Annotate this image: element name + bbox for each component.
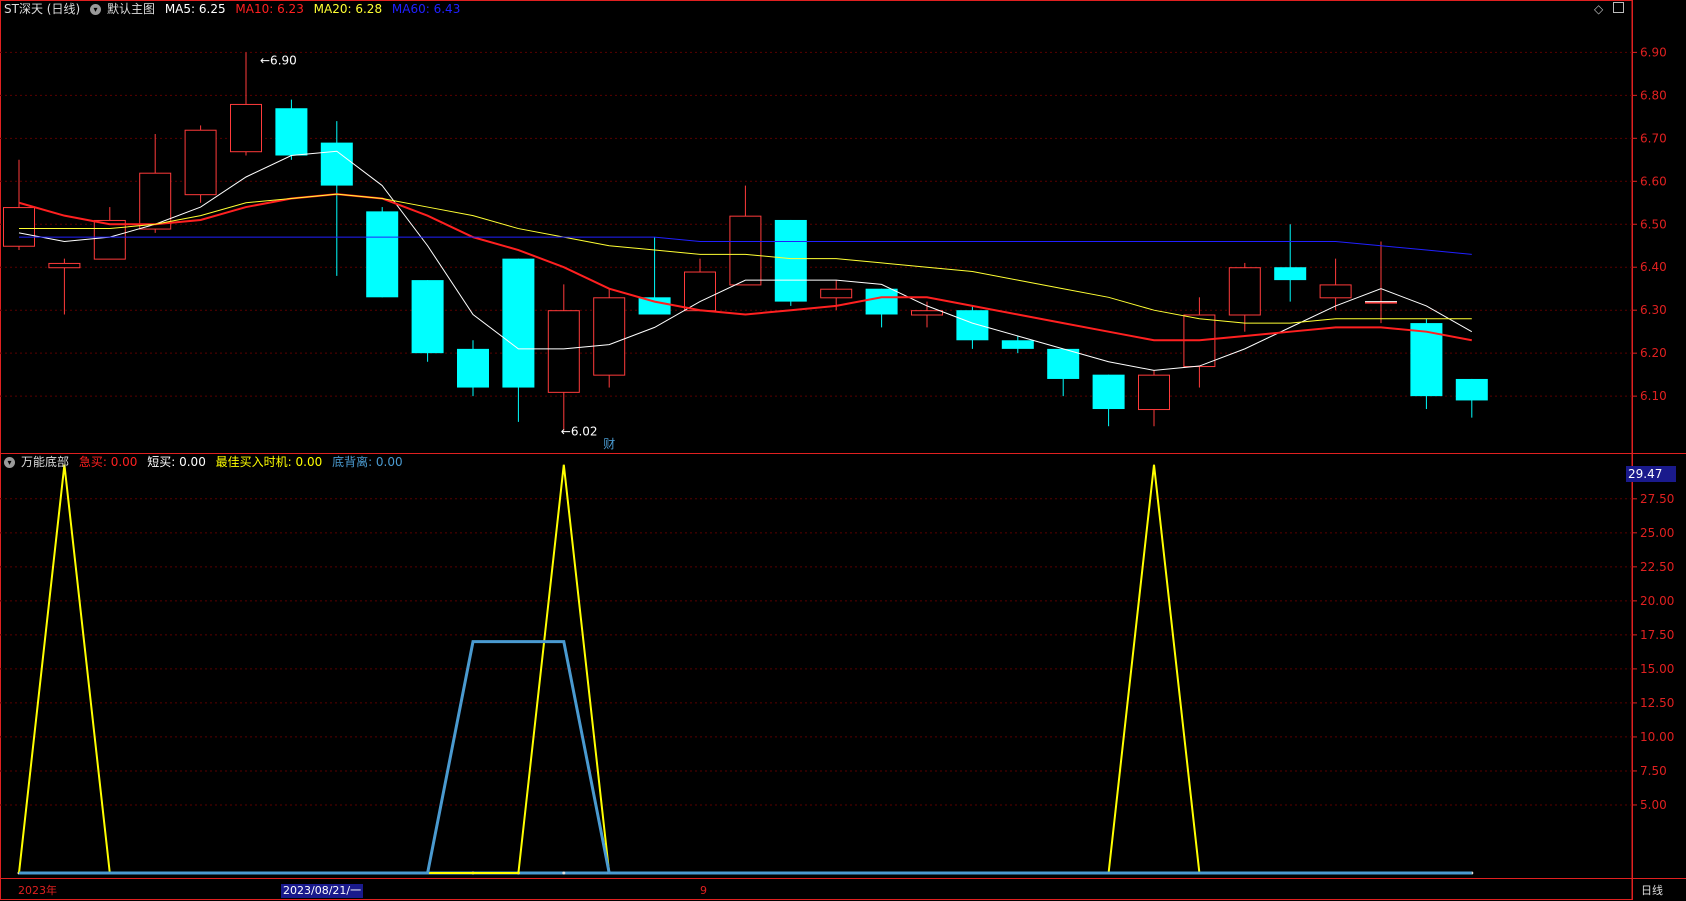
stock-title[interactable]: ST深天 (日线) [4, 2, 80, 16]
ind-y-tick-label: 15.00 [1640, 662, 1674, 676]
candle-body-down [774, 219, 807, 302]
financial-report-marker: 财 [603, 437, 615, 451]
indicator-line-1 [19, 640, 1472, 875]
candle-body-up [911, 310, 943, 316]
window-square-icon[interactable] [1613, 2, 1624, 13]
candle-body-up [593, 297, 626, 376]
candle-body-up [684, 271, 716, 312]
year-label: 2023年 [18, 884, 57, 897]
ind-y-tick-label: 20.00 [1640, 594, 1674, 608]
low-price-annotation: ←6.02 [561, 425, 598, 439]
ind-y-tick-label: 17.50 [1640, 628, 1674, 642]
candle-body-down [1274, 267, 1307, 281]
candle-body-down [1047, 348, 1080, 379]
candle-body-up [547, 310, 580, 393]
indicator-header: ▾ 万能底部 急买: 0.00 短买: 0.00 最佳买入时机: 0.00 底背离… [4, 453, 409, 471]
candle-body-up [729, 215, 762, 286]
candle-body-up [48, 262, 81, 269]
main-y-tick-label: 6.10 [1640, 389, 1667, 403]
diamond-icon[interactable]: ◇ [1594, 2, 1603, 16]
candle-body-down [411, 280, 444, 354]
dropdown-circle-icon[interactable]: ▾ [4, 457, 15, 468]
main-y-tick-label: 6.30 [1640, 303, 1667, 317]
candle-body-down [320, 142, 353, 186]
candle-body-up [3, 207, 35, 247]
main-y-tick-label: 6.20 [1640, 346, 1667, 360]
candle-body-up [1365, 301, 1397, 304]
candle-body-down [638, 297, 671, 315]
candle-body-down [1092, 374, 1125, 410]
main-y-tick-label: 6.70 [1640, 131, 1667, 145]
period-label[interactable]: 日线 [1641, 884, 1663, 898]
ma5-legend: MA5: 6.25 [164, 2, 226, 16]
main-chart-header: ST深天 (日线) ▾ 默认主图 MA5: 6.25 MA10: 6.23 MA2… [4, 0, 466, 18]
candle-body-up [1138, 374, 1170, 411]
jimai-legend: 急买: 0.00 [78, 455, 138, 469]
main-chart-label[interactable]: 默认主图 [107, 2, 155, 16]
ind-y-tick-label: 10.00 [1640, 730, 1674, 744]
candle-body-down [1455, 378, 1488, 401]
main-y-tick-label: 6.50 [1640, 217, 1667, 231]
ma20-legend: MA20: 6.28 [313, 2, 383, 16]
main-y-tick-label: 6.60 [1640, 174, 1667, 188]
candle-body-up [1228, 267, 1261, 316]
dibeili-legend: 底背离: 0.00 [332, 455, 403, 469]
ma60-legend: MA60: 6.43 [391, 2, 461, 16]
main-y-tick-label: 6.90 [1640, 45, 1667, 59]
indicator-name[interactable]: 万能底部 [21, 455, 69, 469]
candle-body-down [457, 348, 489, 388]
zuijia-legend: 最佳买入时机: 0.00 [215, 455, 323, 469]
ind-y-tick-label: 27.50 [1640, 492, 1674, 506]
candle-body-down [1001, 340, 1034, 349]
main-y-tick-label: 6.80 [1640, 88, 1667, 102]
ind-y-tick-label: 22.50 [1640, 560, 1674, 574]
ind-y-tick-label: 5.00 [1640, 798, 1667, 812]
candle-body-up [93, 219, 126, 260]
ind-y-tick-label: 12.50 [1640, 696, 1674, 710]
duanmai-legend: 短买: 0.00 [147, 455, 206, 469]
top-right-controls: ◇ [1588, 2, 1624, 16]
ind-y-tick-label: 7.50 [1640, 764, 1667, 778]
candle-body-down [275, 108, 308, 156]
date-label: 2023/08/21/一 [281, 884, 364, 898]
main-y-tick-label: 6.40 [1640, 260, 1667, 274]
candle-body-up [1319, 284, 1352, 299]
candle-body-down [366, 211, 399, 298]
high-price-annotation: ←6.90 [260, 53, 297, 67]
chart-canvas[interactable]: 6.10 6.20 6.30 6.40 6.50 6.60 6.70 6.80 6.90 5.00… [0, 0, 1686, 901]
candle-body-down [865, 288, 898, 315]
ma10-legend: MA10: 6.23 [235, 2, 304, 16]
ind-y-tick-label: 25.00 [1640, 526, 1674, 540]
candle-body-up [184, 129, 217, 196]
month-label: 9 [700, 884, 707, 897]
candle-body-down [502, 258, 535, 388]
candle-body-up [230, 103, 262, 153]
candle-body-up [820, 288, 853, 299]
indicator-current-value: 29.47 [1626, 466, 1676, 482]
dropdown-circle-icon[interactable]: ▾ [89, 4, 101, 15]
indicator-baseline-dot [562, 871, 566, 875]
candle-body-down [956, 310, 989, 341]
